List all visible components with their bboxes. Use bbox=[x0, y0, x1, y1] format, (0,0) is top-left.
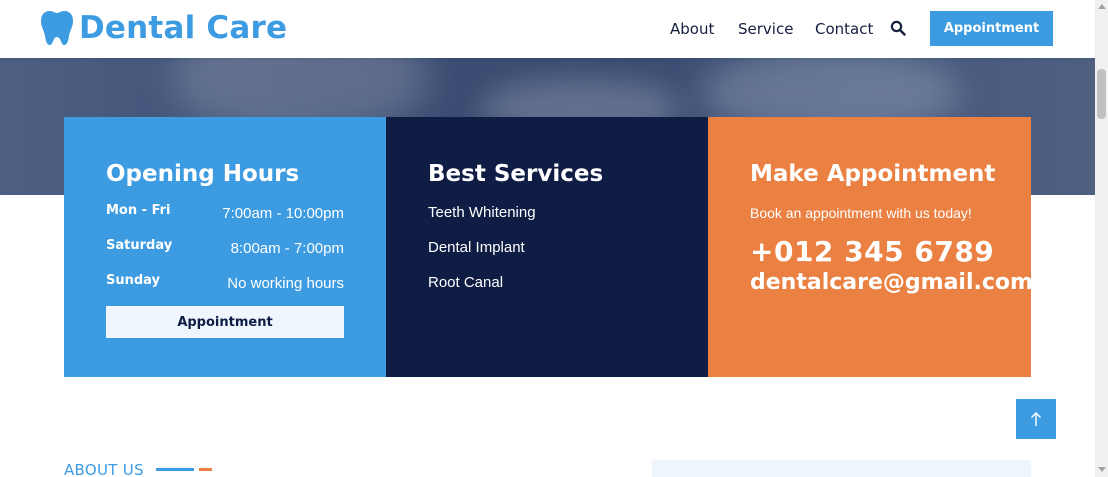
back-to-top-button[interactable] bbox=[1016, 399, 1056, 439]
hours-row: Saturday 8:00am - 7:00pm bbox=[106, 238, 344, 260]
about-us-label: ABOUT US bbox=[64, 461, 144, 477]
about-image bbox=[652, 460, 1031, 477]
service-item: Teeth Whitening bbox=[428, 204, 536, 221]
hours-day: Saturday bbox=[106, 238, 173, 253]
search-button[interactable] bbox=[890, 20, 906, 36]
nav-link-contact[interactable]: Contact bbox=[815, 19, 873, 39]
make-appointment-title: Make Appointment bbox=[750, 161, 996, 187]
hours-time: 8:00am - 7:00pm bbox=[230, 240, 344, 257]
service-item: Dental Implant bbox=[428, 239, 525, 256]
page: Dental Care About Service Contact Appoin… bbox=[0, 0, 1108, 477]
divider bbox=[156, 468, 194, 471]
email-address: dentalcare@gmail.com bbox=[750, 270, 1033, 295]
brand-name: Dental Care bbox=[79, 10, 288, 46]
hours-time: 7:00am - 10:00pm bbox=[222, 205, 344, 222]
service-item: Root Canal bbox=[428, 274, 504, 291]
brand-logo-link[interactable]: Dental Care bbox=[41, 9, 287, 47]
opening-hours-title: Opening Hours bbox=[106, 161, 300, 187]
scrollbar-thumb[interactable] bbox=[1097, 69, 1106, 119]
hours-day: Mon - Fri bbox=[106, 203, 171, 218]
hours-row: Mon - Fri 7:00am - 10:00pm bbox=[106, 203, 344, 225]
arrow-up-icon bbox=[1031, 412, 1041, 426]
appointment-text: Book an appointment with us today! bbox=[750, 205, 972, 221]
best-services-card: Best Services Teeth Whitening Dental Imp… bbox=[386, 117, 708, 377]
nav-link-about[interactable]: About bbox=[670, 19, 714, 39]
divider bbox=[199, 468, 212, 471]
scroll-down-arrow-icon[interactable] bbox=[1098, 467, 1106, 472]
tooth-icon bbox=[41, 11, 73, 45]
scroll-up-arrow-icon[interactable] bbox=[1098, 4, 1106, 9]
hours-row: Sunday No working hours bbox=[106, 273, 344, 295]
scrollbar[interactable] bbox=[1095, 0, 1108, 477]
navbar: Dental Care About Service Contact Appoin… bbox=[0, 0, 1095, 58]
opening-hours-card: Opening Hours Mon - Fri 7:00am - 10:00pm… bbox=[64, 117, 386, 377]
best-services-title: Best Services bbox=[428, 161, 604, 187]
make-appointment-card: Make Appointment Book an appointment wit… bbox=[708, 117, 1033, 377]
hours-day: Sunday bbox=[106, 273, 161, 288]
phone-number: +012 345 6789 bbox=[750, 235, 995, 268]
search-icon bbox=[890, 20, 906, 36]
hours-appointment-button[interactable]: Appointment bbox=[106, 306, 344, 338]
appointment-button[interactable]: Appointment bbox=[930, 11, 1053, 46]
hours-time: No working hours bbox=[227, 275, 344, 292]
nav-link-service[interactable]: Service bbox=[738, 19, 793, 39]
